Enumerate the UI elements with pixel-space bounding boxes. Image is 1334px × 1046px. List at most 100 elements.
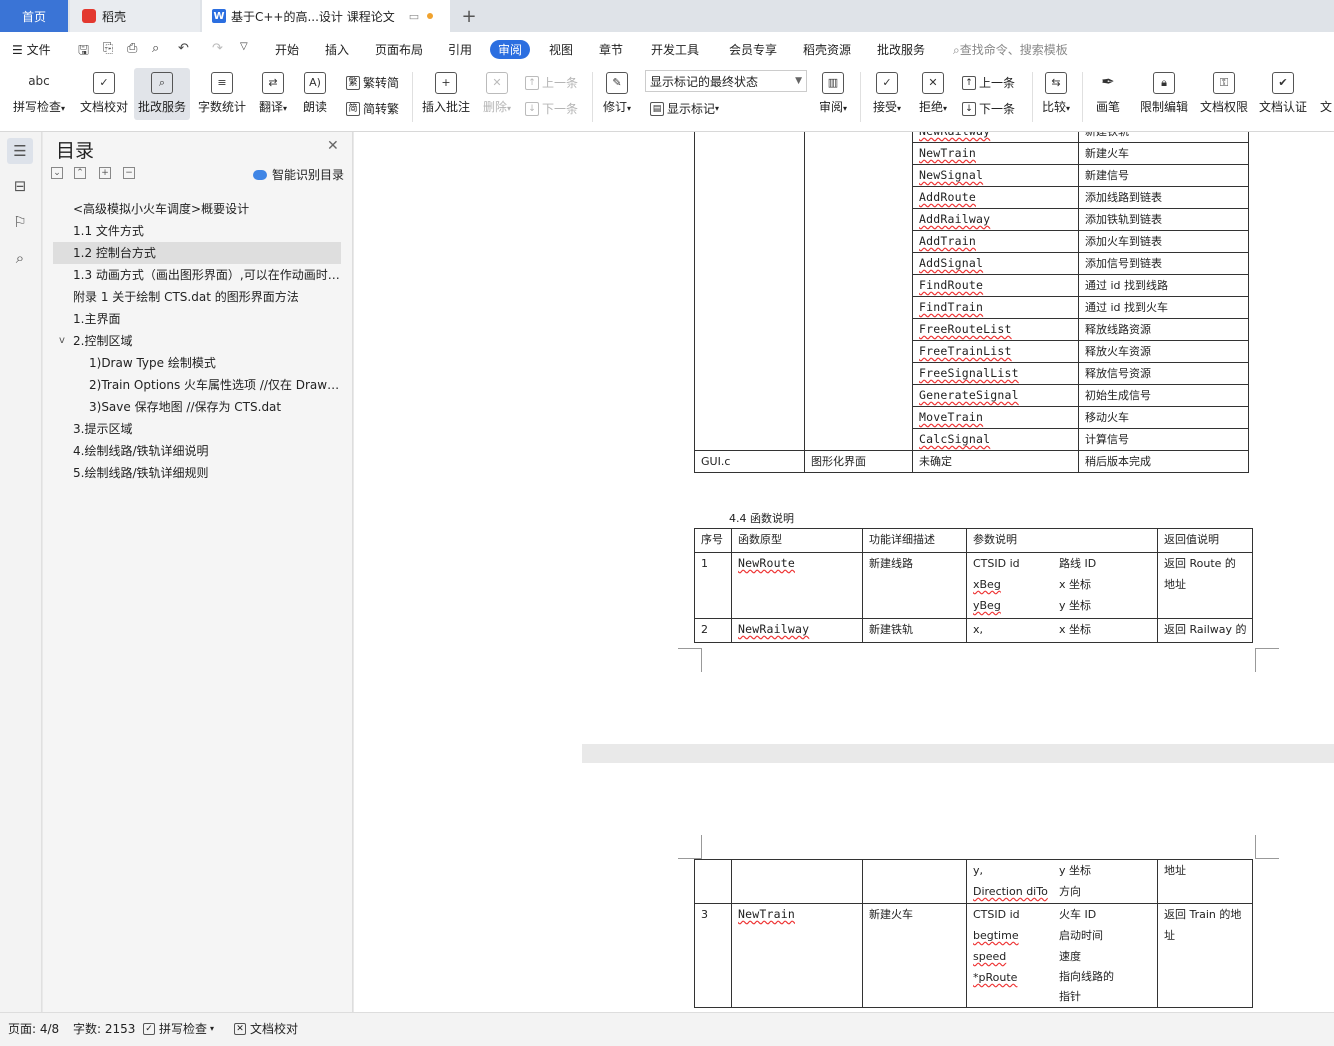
- undo-icon[interactable]: ↶: [178, 41, 189, 56]
- cell-function: FindRoute: [912, 274, 1079, 297]
- markup-state-select[interactable]: 显示标记的最终状态 ▼: [645, 70, 807, 92]
- document-area[interactable]: NewRailway 新建铁轨 NewTrain 新建火车 NewSignal 新建信号 A…: [354, 132, 1334, 1012]
- redo-icon[interactable]: ↷: [212, 41, 223, 56]
- toc-item[interactable]: 2.控制区域: [53, 330, 341, 352]
- show-markup-button[interactable]: ▤ 显示标记 ▾: [650, 100, 719, 117]
- reject-label: 拒绝: [918, 100, 943, 114]
- toc-item[interactable]: 1.主界面: [53, 308, 341, 330]
- monitor-icon[interactable]: ▭: [409, 10, 419, 23]
- tab-home[interactable]: 首页: [0, 0, 68, 32]
- find-icon[interactable]: ⌕: [10, 248, 30, 268]
- status-spell-check[interactable]: ✓ 拼写检查 ▾: [143, 1020, 214, 1037]
- close-icon[interactable]: ✕: [327, 138, 339, 154]
- accept-button[interactable]: ✓ 接受▾: [868, 72, 906, 115]
- cell-return: 返回 Train 的地址: [1157, 903, 1253, 1008]
- compare-button[interactable]: ⇆ 比较▾: [1036, 72, 1076, 115]
- menu-devtools[interactable]: 开发工具: [651, 41, 699, 58]
- menu-member[interactable]: 会员专享: [729, 41, 777, 58]
- correction-service-button[interactable]: ⌕ 批改服务: [134, 68, 190, 120]
- param-row: yBeg y 坐标: [973, 595, 1151, 616]
- insert-comment-button[interactable]: + 插入批注: [418, 72, 474, 115]
- toc-item[interactable]: <高级模拟小火车调度>概要设计: [53, 198, 341, 220]
- read-aloud-button[interactable]: A) 朗读: [298, 72, 332, 115]
- smart-toc-button[interactable]: 智能识别目录: [253, 166, 344, 183]
- preview-icon[interactable]: ⌕: [152, 41, 159, 56]
- cell-function-desc: 添加铁轨到链表: [1078, 208, 1249, 231]
- toolbar-divider: [1032, 72, 1033, 122]
- spell-check-button[interactable]: abc 拼写检查▾: [8, 72, 70, 115]
- tab-document[interactable]: W 基于C++的高...设计 课程论文 ▭: [202, 0, 450, 32]
- review-pane-button[interactable]: ▥ 审阅▾: [814, 72, 852, 115]
- menu-start[interactable]: 开始: [275, 41, 299, 58]
- cell-return: 返回 Railway 的: [1157, 618, 1253, 643]
- next-comment-button[interactable]: ↓ 下一条: [525, 100, 578, 117]
- track-changes-button[interactable]: ✎ 修订▾: [597, 72, 637, 115]
- expand-up-icon[interactable]: ⌃: [74, 167, 86, 179]
- next-change-icon: ↓: [962, 101, 976, 116]
- collapse-all-icon[interactable]: ⌄: [51, 167, 63, 179]
- doc-certify-button[interactable]: ✔ 文档认证: [1256, 72, 1310, 115]
- to-simplified-button[interactable]: 繁繁转简: [346, 74, 399, 91]
- restrict-edit-button[interactable]: 🔒︎ 限制编辑: [1138, 72, 1190, 115]
- proofread-button[interactable]: ✓ 文档校对: [78, 72, 130, 115]
- param-row: y, y 坐标: [973, 860, 1151, 881]
- status-proofread[interactable]: ✕ 文档校对: [234, 1020, 298, 1037]
- status-proof-label: 文档校对: [250, 1022, 299, 1036]
- menu-insert[interactable]: 插入: [325, 41, 349, 58]
- translate-button[interactable]: ⇄ 翻译▾: [254, 72, 292, 115]
- to-traditional-button[interactable]: 简简转繁: [346, 100, 399, 117]
- prev-change-button[interactable]: ↑ 上一条: [962, 74, 1015, 91]
- save-icon[interactable]: 🖫: [78, 41, 89, 63]
- toc-item[interactable]: 1.3 动画方式（画出图形界面）,可以在作动画时人工控制: [53, 264, 341, 286]
- next-change-button[interactable]: ↓ 下一条: [962, 100, 1015, 117]
- menu-correction-service[interactable]: 批改服务: [877, 41, 925, 58]
- pen-button[interactable]: ✒ 画笔: [1090, 72, 1126, 115]
- search-box[interactable]: ⌕查找命令、搜索模板: [953, 41, 1068, 58]
- toc-item[interactable]: 1)Draw Type 绘制模式: [53, 352, 341, 374]
- cell-prototype: [731, 859, 863, 904]
- toc-item[interactable]: 附录 1 关于绘制 CTS.dat 的图形界面方法: [53, 286, 341, 308]
- page-indicator[interactable]: 页面: 4/8: [8, 1020, 59, 1037]
- toc-item[interactable]: 3)Save 保存地图 //保存为 CTS.dat: [53, 396, 341, 418]
- menu-daoke-resources[interactable]: 稻壳资源: [803, 41, 851, 58]
- chapter-nav-icon[interactable]: ⊟: [10, 176, 30, 196]
- bookmark-icon[interactable]: ⚐: [10, 212, 30, 232]
- menu-file[interactable]: ☰ 文件: [12, 41, 51, 58]
- add-level-icon[interactable]: +: [99, 167, 111, 179]
- cell-no: 3: [694, 903, 732, 1008]
- quick-access-dropdown-icon[interactable]: ▽: [240, 41, 248, 52]
- page-corner-mark: [678, 835, 702, 859]
- cell-no: 1: [694, 552, 732, 619]
- toc-item[interactable]: 1.1 文件方式: [53, 220, 341, 242]
- word-count-button[interactable]: ≡ 字数统计: [196, 72, 248, 115]
- remove-level-icon[interactable]: −: [123, 167, 135, 179]
- toc-item[interactable]: 3.提示区域: [53, 418, 341, 440]
- word-count-icon: ≡: [211, 72, 233, 94]
- toc-item[interactable]: 2)Train Options 火车属性选项 //仅在 Draw Type 为 …: [53, 374, 341, 396]
- menu-chapter[interactable]: 章节: [599, 41, 623, 58]
- reject-button[interactable]: ✕ 拒绝▾: [914, 72, 952, 115]
- export-icon[interactable]: ⎘: [103, 41, 113, 56]
- menu-layout[interactable]: 页面布局: [375, 41, 423, 58]
- toc-item[interactable]: 5.绘制线路/铁轨详细规则: [53, 462, 341, 484]
- toc-panel-icon[interactable]: ☰: [7, 138, 33, 164]
- prev-comment-button[interactable]: ↑ 上一条: [525, 74, 578, 91]
- function-name: AddRoute: [919, 190, 976, 204]
- print-icon[interactable]: ⎙: [127, 41, 137, 56]
- doc-permission-button[interactable]: ⚿ 文档权限: [1198, 72, 1250, 115]
- word-count-indicator[interactable]: 字数: 2153: [73, 1020, 135, 1037]
- toc-item[interactable]: 4.绘制线路/铁轨详细说明: [53, 440, 341, 462]
- tab-daoke[interactable]: 稻壳: [70, 0, 200, 32]
- cell-function-desc: 添加火车到链表: [1078, 230, 1249, 253]
- new-tab-button[interactable]: +: [458, 0, 480, 32]
- cloud-icon: [253, 169, 267, 180]
- param-row: CTSID id 火车 ID: [973, 904, 1151, 925]
- menu-view[interactable]: 视图: [549, 41, 573, 58]
- function-name: GenerateSignal: [919, 388, 1019, 402]
- menu-review[interactable]: 审阅: [490, 40, 531, 59]
- toc-item-selected[interactable]: 1.2 控制台方式: [53, 242, 341, 264]
- more-tools-button[interactable]: 文: [1318, 72, 1334, 115]
- menu-reference[interactable]: 引用: [448, 41, 472, 58]
- delete-comment-button[interactable]: ✕ 删除▾: [478, 72, 516, 115]
- chevron-down-icon: ▼: [795, 76, 802, 86]
